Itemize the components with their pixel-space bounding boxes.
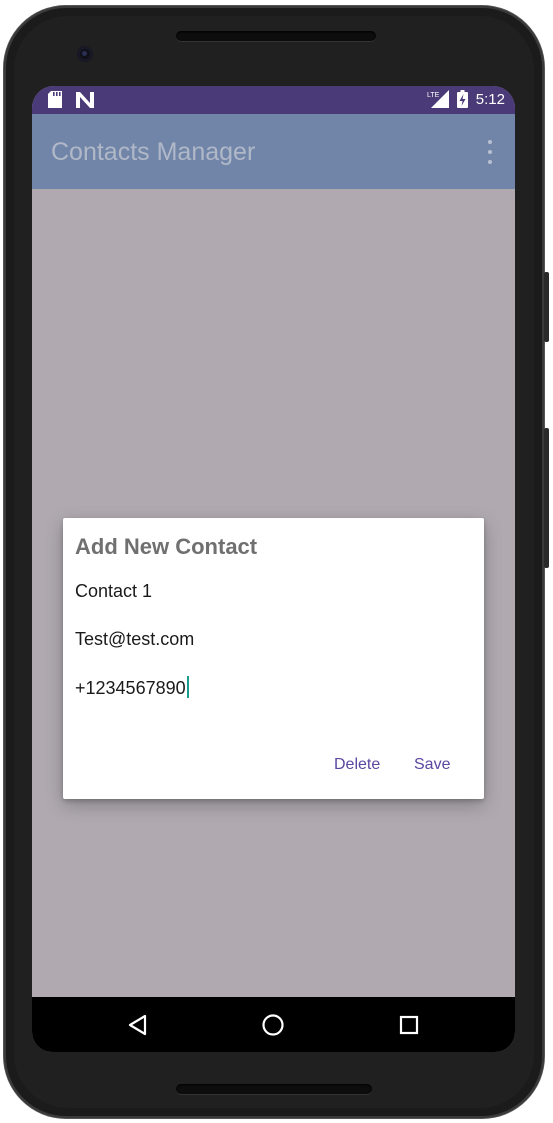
back-triangle-icon (128, 1014, 147, 1036)
status-left-icons (48, 91, 94, 108)
power-button (544, 272, 549, 342)
recents-button[interactable] (396, 1012, 422, 1038)
back-button[interactable] (125, 1012, 151, 1038)
sd-card-icon (48, 91, 62, 108)
dialog-title: Add New Contact (75, 534, 258, 559)
delete-button[interactable]: Delete (334, 756, 380, 774)
overflow-menu-icon[interactable] (485, 140, 495, 164)
recents-square-icon (399, 1015, 419, 1035)
n-notification-icon (76, 91, 94, 108)
home-button[interactable] (260, 1012, 286, 1038)
contact-name-value: Contact 1 (75, 581, 153, 601)
text-cursor (186, 676, 189, 698)
status-time: 5:12 (475, 90, 505, 108)
contact-phone-field[interactable]: +1234567890 (75, 676, 189, 699)
volume-button (544, 428, 549, 568)
contact-phone-value: +1234567890 (75, 678, 186, 698)
status-right-icons: LTE 5:12 (427, 90, 505, 108)
add-contact-dialog: Add New Contact Contact 1 Test@test.com … (63, 518, 484, 799)
battery-charging-icon (456, 90, 468, 108)
bottom-speaker (176, 1084, 372, 1094)
contact-name-field[interactable]: Contact 1 (75, 581, 152, 602)
earpiece-speaker (176, 31, 376, 41)
lte-signal-icon: LTE (427, 90, 449, 108)
front-camera-icon (77, 46, 93, 62)
app-title: Contacts Manager (51, 138, 256, 166)
menu-dot (488, 160, 492, 164)
menu-dot (488, 150, 492, 154)
app-toolbar: Contacts Manager (32, 114, 515, 189)
system-navigation-bar (32, 997, 515, 1052)
main-content-scrim: Add New Contact Contact 1 Test@test.com … (32, 189, 515, 1052)
contact-email-value: Test@test.com (75, 629, 195, 649)
status-bar: LTE 5:12 (32, 86, 515, 114)
menu-dot (488, 140, 492, 144)
network-type-label: LTE (427, 92, 440, 99)
contact-email-field[interactable]: Test@test.com (75, 629, 194, 650)
home-circle-icon (262, 1014, 284, 1036)
device-screen: LTE 5:12 Contacts Manager Add New Contac… (32, 86, 515, 1052)
save-button[interactable]: Save (414, 756, 450, 774)
